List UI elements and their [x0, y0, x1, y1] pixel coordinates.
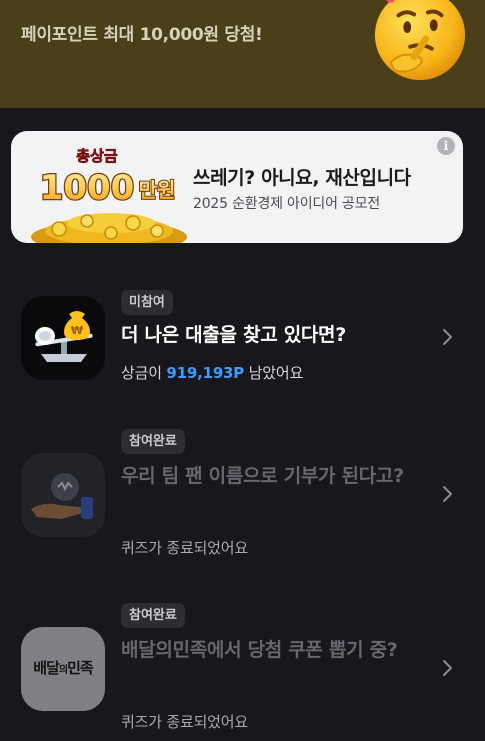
quiz-title: 우리 팀 팬 이름으로 기부가 된다고? [121, 465, 404, 487]
status-badge: 참여완료 [121, 603, 185, 628]
prize-points-remaining: 919,193P [166, 364, 245, 382]
quiz-title: 배달의민족에서 당첨 쿠폰 뽑기 중? [121, 639, 398, 661]
info-icon[interactable]: i [437, 137, 455, 155]
baemin-logo: 배달의민족 [33, 659, 93, 677]
thinking-face-icon [374, 0, 466, 81]
quiz-list-page: 페이포인트 최대 10,000원 당첨! 총상금 1000 만원 쓰레기? 아니… [0, 0, 485, 741]
quiz-thumbnail-loan: ₩ [21, 296, 105, 380]
quiz-item-baemin[interactable]: 배달의민족 참여완료 배달의민족에서 당첨 쿠폰 뽑기 중? 퀴즈가 종료되었어… [0, 603, 485, 733]
status-badge: 참여완료 [121, 429, 185, 454]
ad-title: 쓰레기? 아니요, 재산입니다 [193, 167, 411, 189]
prize-label-suffix: 남았어요 [244, 364, 304, 382]
status-badge: 미참여 [121, 290, 173, 315]
quiz-status-text: 퀴즈가 종료되었어요 [121, 713, 248, 731]
quiz-thumbnail-baemin: 배달의민족 [21, 627, 105, 711]
prize-label-prefix: 상금이 [121, 364, 167, 382]
chevron-right-icon [443, 329, 452, 345]
chevron-right-icon [443, 486, 452, 502]
ad-subtitle: 2025 순환경제 아이디어 공모전 [193, 196, 381, 212]
prize-money-illustration: 총상금 1000 만원 [31, 147, 187, 243]
donation-hand-icon [31, 473, 93, 519]
ad-art-amount: 1000 [40, 168, 135, 208]
loan-scale-money-bag-icon: ₩ [35, 311, 93, 362]
ad-art-line1: 총상금 [76, 147, 118, 165]
ad-art-unit: 만원 [139, 178, 176, 202]
quiz-prize-status: 상금이 919,193P 남았어요 [121, 362, 303, 383]
svg-text:₩: ₩ [71, 324, 83, 337]
quiz-item-loan[interactable]: ₩ 미참여 더 나은 대출을 찾고 있다면? 상금이 919,193P 남았어요 [0, 290, 485, 390]
quiz-title: 더 나은 대출을 찾고 있다면? [121, 324, 346, 346]
promo-top-banner[interactable]: 페이포인트 최대 10,000원 당첨! [0, 0, 485, 108]
quiz-item-donation[interactable]: 참여완료 우리 팀 팬 이름으로 기부가 된다고? 퀴즈가 종료되었어요 [0, 429, 485, 559]
quiz-thumbnail-donation [21, 453, 105, 537]
chevron-right-icon [443, 660, 452, 676]
quiz-status-text: 퀴즈가 종료되었어요 [121, 539, 248, 557]
promo-banner-title: 페이포인트 최대 10,000원 당첨! [21, 25, 263, 45]
ad-banner-card[interactable]: 총상금 1000 만원 쓰레기? 아니요, 재산입니다 2025 순환경제 아이… [11, 131, 463, 243]
